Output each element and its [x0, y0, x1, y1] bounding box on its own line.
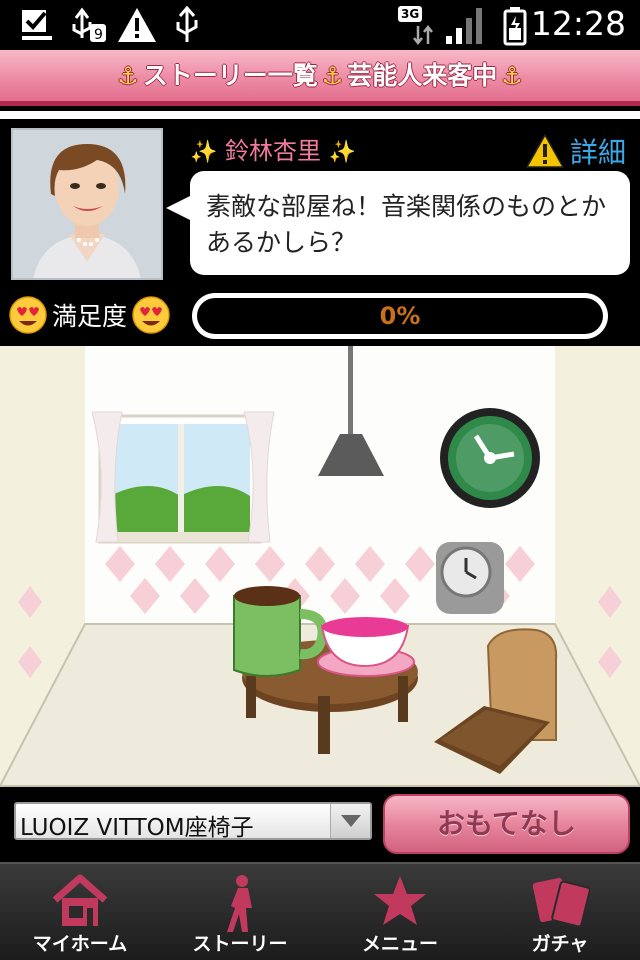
story-list-link[interactable]: ストーリー一覧 — [143, 61, 318, 90]
visitor-avatar[interactable] — [11, 128, 163, 280]
warning-icon — [525, 134, 564, 168]
home-icon — [52, 874, 108, 926]
nav-item-myhome[interactable]: マイホーム — [0, 864, 160, 960]
details-button[interactable]: 詳細 — [525, 131, 626, 171]
visitor-name-row: ✨ 鈴林杏里 ✨ — [190, 131, 356, 166]
details-label: 詳細 — [569, 136, 626, 169]
clock: 12:28 — [530, 4, 626, 43]
status-bar: 9 3G 12:28 — [0, 0, 640, 50]
item-select-dropdown[interactable]: LUOIZ VITTOM座椅子 — [14, 802, 372, 841]
anchor-icon: ⚓ — [501, 62, 523, 90]
download-complete-icon — [22, 10, 52, 40]
satisfaction-value: 0% — [379, 302, 421, 330]
usb-debug-icon: 9 — [72, 7, 106, 43]
sparkle-icon: ✨ — [328, 140, 357, 165]
cards-icon — [532, 877, 590, 928]
hospitality-button-label: おもてなし — [437, 807, 576, 840]
nav-item-menu[interactable]: メニュー — [320, 864, 480, 960]
anchor-icon: ⚓ — [117, 62, 139, 90]
item-select-value: LUOIZ VITTOM座椅子 — [20, 815, 254, 841]
chevron-down-icon[interactable] — [330, 804, 370, 838]
room-scene[interactable] — [0, 346, 640, 790]
controls-bar: LUOIZ VITTOM座椅子 おもてなし — [0, 790, 640, 862]
satisfaction-label-row: 満足度 — [8, 295, 171, 335]
speech-text: 素敵な部屋ね！音楽関係のものとかあるかしら？ — [206, 192, 607, 257]
portrait-illustration — [13, 130, 161, 278]
hospitality-button[interactable]: おもてなし — [383, 794, 630, 854]
heart-eyes-emoji-icon — [132, 296, 170, 334]
bottom-nav: マイホーム ストーリー メニュー ガチャ — [0, 862, 640, 960]
satisfaction-label: 満足度 — [52, 302, 128, 331]
nav-label-menu: メニュー — [361, 933, 438, 955]
nav-item-gacha[interactable]: ガチャ — [480, 864, 640, 960]
data-arrows-icon — [413, 24, 433, 46]
speech-bubble: 素敵な部屋ね！音楽関係のものとかあるかしら？ — [190, 171, 630, 275]
visitor-panel: ✨ 鈴林杏里 ✨ 詳細 素敵な部屋ね！音楽関係のものとかあるかしら？ 満足度 0… — [0, 119, 640, 346]
satisfaction-meter: 0% — [192, 293, 608, 339]
signal-icon — [446, 8, 482, 44]
heart-eyes-emoji-icon — [9, 296, 47, 334]
room-illustration — [0, 346, 640, 787]
divider — [0, 111, 640, 119]
network-type: 3G — [398, 6, 423, 22]
usb-icon — [176, 6, 198, 42]
nav-label-myhome: マイホーム — [32, 933, 128, 955]
battery-icon — [503, 7, 527, 46]
header-banner: ⚓ ストーリー一覧 ⚓ 芸能人来客中 ⚓ — [0, 50, 640, 106]
svg-text:9: 9 — [94, 27, 103, 43]
anchor-icon: ⚓ — [321, 62, 344, 90]
speech-bubble-tail — [166, 196, 190, 220]
header-subtitle: 芸能人来客中 — [347, 61, 498, 90]
nav-label-story: ストーリー — [192, 933, 288, 955]
visitor-name: 鈴林杏里 — [225, 137, 322, 165]
walking-person-icon — [227, 875, 252, 932]
warning-icon — [118, 8, 156, 42]
nav-label-gacha: ガチャ — [531, 933, 589, 955]
sparkle-icon: ✨ — [190, 140, 218, 165]
star-icon — [374, 876, 426, 925]
nav-item-story[interactable]: ストーリー — [160, 864, 320, 960]
